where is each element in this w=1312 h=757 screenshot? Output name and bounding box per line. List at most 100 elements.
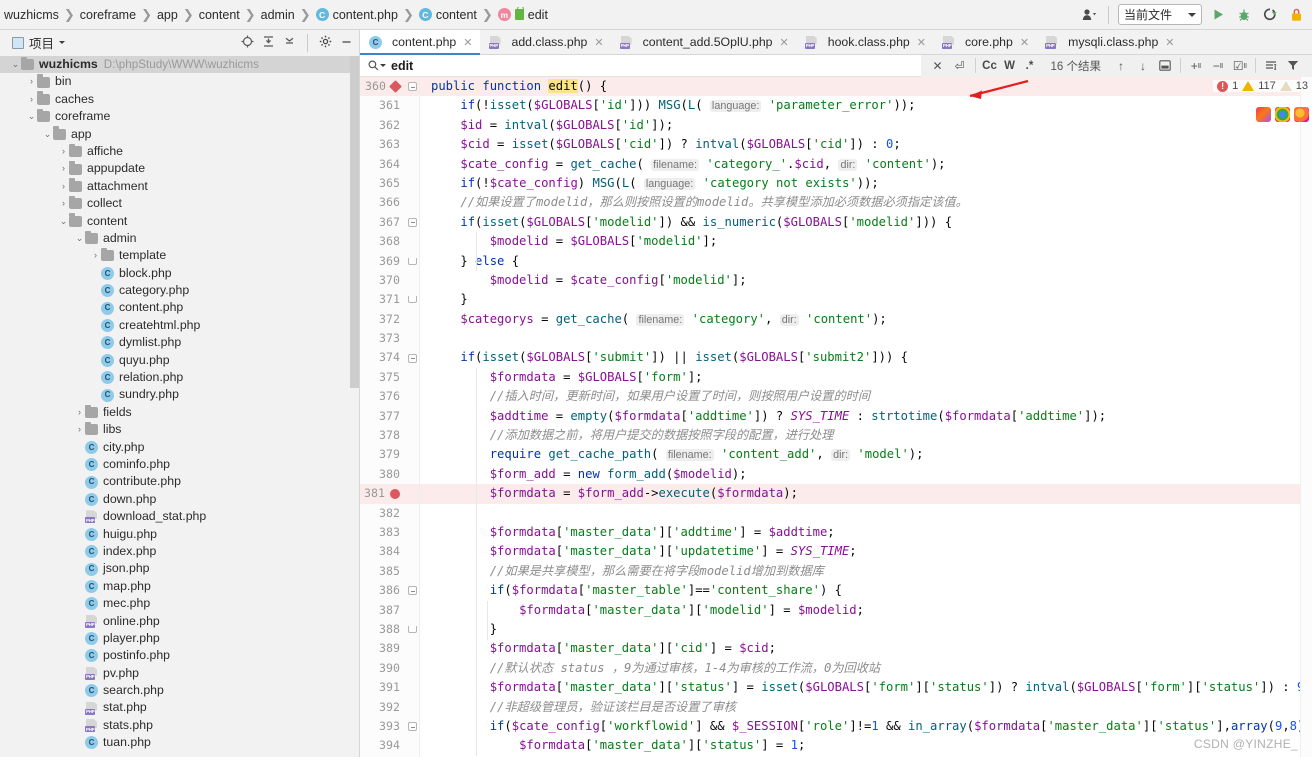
sidebar-scrollbar-thumb[interactable] — [350, 56, 359, 388]
filter-icon[interactable] — [1282, 55, 1304, 77]
tree-item-tuan-php[interactable]: Ctuan.php — [0, 734, 359, 751]
tree-item-down-php[interactable]: Cdown.php — [0, 491, 359, 508]
search-icon[interactable] — [368, 60, 386, 71]
breadcrumb-item-edit[interactable]: m edit — [494, 6, 552, 22]
match-case-option[interactable]: Cc — [980, 55, 1000, 77]
code-line-377[interactable]: $addtime = empty($formdata['addtime']) ?… — [420, 407, 1312, 426]
chrome-browser-icon[interactable] — [1275, 107, 1290, 122]
tree-item-download-stat-php[interactable]: download_stat.php — [0, 508, 359, 525]
code-line-362[interactable]: $id = intval($GLOBALS['id']); — [420, 116, 1312, 135]
browser-preview-icons[interactable] — [1256, 107, 1309, 122]
code-line-387[interactable]: $formdata['master_data']['modelid'] = $m… — [420, 601, 1312, 620]
code-line-392[interactable]: //非超级管理员，验证该栏目是否设置了审核 — [420, 698, 1312, 717]
code-line-388[interactable]: } — [420, 620, 1312, 639]
fold-row-360[interactable] — [406, 77, 419, 97]
code-line-376[interactable]: //插入时间，更新时间，如果用户设置了时间，则按照用户设置的时间 — [420, 387, 1312, 406]
code-line-369[interactable]: } else { — [420, 252, 1312, 271]
tree-item-contribute-php[interactable]: Ccontribute.php — [0, 473, 359, 490]
code-content[interactable]: public function edit() { if(!isset($GLOB… — [420, 77, 1312, 757]
code-line-365[interactable]: if(!$cate_config) MSG(L( language: 'cate… — [420, 174, 1312, 193]
expand-icon[interactable] — [283, 35, 296, 51]
chevron-right-icon[interactable]: › — [74, 404, 85, 421]
line-number-387[interactable]: 387 — [360, 601, 406, 620]
line-number-377[interactable]: 377 — [360, 407, 406, 426]
code-line-379[interactable]: require get_cache_path( filename: 'conte… — [420, 445, 1312, 464]
line-number-gutter[interactable]: 360 361 362 363 364 365 366 367 368 369 370 371 372 3… — [360, 77, 406, 757]
line-number-383[interactable]: 383 — [360, 523, 406, 542]
run-with-coverage-icon[interactable] — [1260, 5, 1280, 25]
code-line-366[interactable]: //如果设置了modelid，那么则按照设置的modelid。共享模型添加必须数… — [420, 193, 1312, 212]
locate-icon[interactable] — [241, 35, 254, 51]
chevron-right-icon[interactable]: › — [26, 73, 37, 90]
tree-item-collect[interactable]: › collect — [0, 195, 359, 212]
code-line-386[interactable]: if($formdata['master_table']=='content_s… — [420, 581, 1312, 600]
line-number-392[interactable]: 392 — [360, 698, 406, 717]
code-line-375[interactable]: $formdata = $GLOBALS['form']; — [420, 368, 1312, 387]
tree-item-json-php[interactable]: Cjson.php — [0, 560, 359, 577]
tree-item-block-php[interactable]: Cblock.php — [0, 265, 359, 282]
profiler-icon[interactable] — [1286, 5, 1306, 25]
user-settings-icon[interactable] — [1079, 5, 1099, 25]
line-number-370[interactable]: 370 — [360, 271, 406, 290]
code-line-382[interactable] — [420, 504, 1312, 523]
code-line-390[interactable]: //默认状态 status ，9为通过审核，1-4为审核的工作流，0为回收站 — [420, 659, 1312, 678]
tree-item-bin[interactable]: › bin — [0, 73, 359, 90]
run-icon[interactable] — [1208, 5, 1228, 25]
gear-icon[interactable] — [319, 35, 332, 51]
chevron-right-icon[interactable]: › — [58, 178, 69, 195]
line-number-372[interactable]: 372 — [360, 310, 406, 329]
tree-item-template[interactable]: › template — [0, 247, 359, 264]
tree-item-mec-php[interactable]: Cmec.php — [0, 595, 359, 612]
chevron-down-icon[interactable] — [380, 64, 386, 67]
line-number-367[interactable]: 367 — [360, 213, 406, 232]
breadcrumb-item-content-php[interactable]: Ccontent.php — [312, 8, 402, 22]
fold-row-388[interactable] — [406, 620, 419, 639]
intellij-browser-icon[interactable] — [1256, 107, 1271, 122]
line-number-382[interactable]: 382 — [360, 504, 406, 523]
tree-item-wuzhicms[interactable]: ⌄ wuzhicms D:\phpStudy\WWW\wuzhicms — [0, 56, 359, 74]
line-number-381[interactable]: 381 — [360, 484, 406, 504]
line-number-378[interactable]: 378 — [360, 426, 406, 445]
line-number-391[interactable]: 391 — [360, 678, 406, 697]
sidebar-scrollbar[interactable] — [350, 56, 359, 757]
fold-row-386[interactable] — [406, 581, 419, 600]
code-line-364[interactable]: $cate_config = get_cache( filename: 'cat… — [420, 155, 1312, 174]
chevron-down-icon[interactable]: ⌄ — [42, 126, 53, 143]
tree-item-cominfo-php[interactable]: Ccominfo.php — [0, 456, 359, 473]
tree-item-pv-php[interactable]: pv.php — [0, 665, 359, 682]
line-number-384[interactable]: 384 — [360, 542, 406, 561]
chevron-right-icon[interactable]: › — [90, 247, 101, 264]
debug-icon[interactable] — [1234, 5, 1254, 25]
tree-item-map-php[interactable]: Cmap.php — [0, 578, 359, 595]
fold-row-371[interactable] — [406, 290, 419, 309]
breadcrumb-item-content[interactable]: Ccontent — [415, 8, 481, 22]
line-number-369[interactable]: 369 — [360, 252, 406, 271]
tree-item-sundry-php[interactable]: Csundry.php — [0, 386, 359, 403]
search-input[interactable]: edit — [391, 59, 413, 73]
line-number-360[interactable]: 360 — [360, 77, 406, 97]
code-line-360[interactable]: public function edit() { — [420, 77, 1312, 97]
project-file-tree[interactable]: ⌄ wuzhicms D:\phpStudy\WWW\wuzhicms › bin › ca… — [0, 55, 359, 757]
fold-collapse-icon[interactable] — [408, 82, 417, 92]
breadcrumb-item-coreframe[interactable]: coreframe — [76, 8, 140, 22]
fold-row-369[interactable] — [406, 252, 419, 271]
line-number-386[interactable]: 386 — [360, 581, 406, 600]
fold-collapse-icon[interactable] — [408, 353, 417, 363]
close-tab-icon[interactable]: ✕ — [463, 36, 472, 49]
chevron-right-icon[interactable]: › — [58, 195, 69, 212]
breakpoint-marker[interactable] — [389, 80, 402, 94]
line-number-376[interactable]: 376 — [360, 387, 406, 406]
line-number-380[interactable]: 380 — [360, 465, 406, 484]
line-number-389[interactable]: 389 — [360, 639, 406, 658]
code-folding-gutter[interactable] — [406, 77, 420, 757]
filter-lines-icon[interactable] — [1260, 55, 1282, 77]
tree-item-quyu-php[interactable]: Cquyu.php — [0, 352, 359, 369]
line-number-388[interactable]: 388 — [360, 620, 406, 639]
editor-tab-hook-class-php[interactable]: hook.class.php ✕ — [795, 30, 933, 54]
tree-item-appupdate[interactable]: › appupdate — [0, 160, 359, 177]
fold-row-374[interactable] — [406, 348, 419, 367]
line-number-379[interactable]: 379 — [360, 445, 406, 464]
tree-item-caches[interactable]: › caches — [0, 91, 359, 108]
code-line-371[interactable]: } — [420, 290, 1312, 309]
code-line-374[interactable]: if(isset($GLOBALS['submit']) || isset($G… — [420, 348, 1312, 367]
